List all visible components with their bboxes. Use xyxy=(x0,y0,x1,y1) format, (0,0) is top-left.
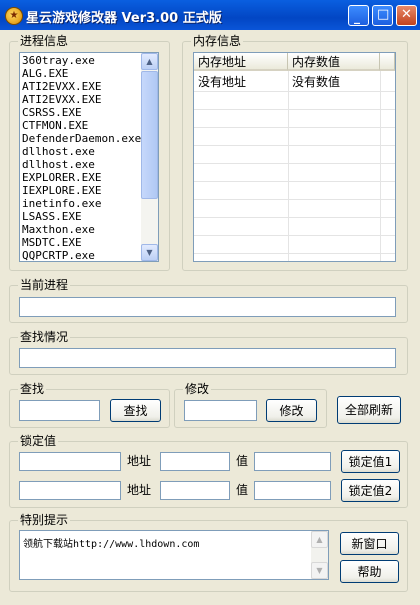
process-list-item[interactable]: dllhost.exe xyxy=(22,145,140,158)
process-list-item[interactable]: ALG.EXE xyxy=(22,67,140,80)
process-list-item[interactable]: dllhost.exe xyxy=(22,158,140,171)
lock-value-2-button[interactable]: 锁定值2 xyxy=(341,479,400,502)
lock2-address-input[interactable] xyxy=(160,481,230,500)
maximize-icon: □ xyxy=(377,7,390,22)
scroll-thumb[interactable] xyxy=(141,71,158,199)
close-icon: ✕ xyxy=(401,7,412,22)
grid-line xyxy=(380,71,381,261)
scroll-up-arrow-icon[interactable]: ▲ xyxy=(141,53,158,70)
lock2-value-label: 值 xyxy=(236,483,249,497)
current-process-legend: 当前进程 xyxy=(18,278,71,292)
close-button[interactable]: ✕ xyxy=(396,5,417,26)
minimize-icon: _ xyxy=(354,10,360,24)
app-icon: ★ xyxy=(5,7,23,25)
special-notes-text: 领航下载站http://www.lhdown.com xyxy=(23,539,200,550)
search-legend: 查找 xyxy=(18,382,47,396)
grid-line xyxy=(194,235,395,236)
grid-line xyxy=(194,91,395,92)
process-list-items: 360tray.exe ALG.EXE ATI2EVXX.EXE ATI2EVXX.E… xyxy=(22,54,141,261)
refresh-all-button[interactable]: 全部刷新 xyxy=(337,396,401,424)
grid-line xyxy=(194,127,395,128)
lock1-address-input[interactable] xyxy=(160,452,230,471)
search-status-legend: 查找情况 xyxy=(18,330,71,344)
grid-line xyxy=(194,253,395,254)
grid-line xyxy=(194,163,395,164)
grid-line xyxy=(194,181,395,182)
window-title: 星云游戏修改器 Ver3.00 正式版 xyxy=(26,11,222,26)
process-list[interactable]: 360tray.exe ALG.EXE ATI2EVXX.EXE ATI2EVXX.E… xyxy=(19,52,159,262)
column-header-filler xyxy=(380,53,395,71)
modify-value-input[interactable] xyxy=(184,400,257,421)
grid-line xyxy=(194,217,395,218)
process-list-item[interactable]: MSDTC.EXE xyxy=(22,236,140,249)
process-list-item[interactable]: CSRSS.EXE xyxy=(22,106,140,119)
process-list-scrollbar[interactable]: ▲ ▼ xyxy=(141,53,158,261)
process-list-item[interactable]: Maxthon.exe xyxy=(22,223,140,236)
help-button[interactable]: 帮助 xyxy=(340,560,399,583)
process-list-item[interactable]: EXPLORER.EXE xyxy=(22,171,140,184)
special-notes-textarea[interactable]: 领航下载站http://www.lhdown.com ▲ ▼ xyxy=(19,530,329,580)
lock-value-1-button[interactable]: 锁定值1 xyxy=(341,450,400,473)
scroll-down-arrow-icon[interactable]: ▼ xyxy=(311,562,328,579)
process-list-item[interactable]: ATI2EVXX.EXE xyxy=(22,93,140,106)
scroll-up-arrow-icon[interactable]: ▲ xyxy=(311,531,328,548)
memory-info-legend: 内存信息 xyxy=(191,34,244,48)
search-value-input[interactable] xyxy=(19,400,100,421)
process-list-item[interactable]: LSASS.EXE xyxy=(22,210,140,223)
notes-scrollbar[interactable]: ▲ ▼ xyxy=(311,531,328,579)
grid-line xyxy=(194,109,395,110)
column-header-address[interactable]: 内存地址 xyxy=(194,53,288,71)
table-cell-value[interactable]: 没有数值 xyxy=(288,73,380,91)
lock1-value-label: 值 xyxy=(236,454,249,468)
process-info-legend: 进程信息 xyxy=(18,34,71,48)
lock2-value-input[interactable] xyxy=(254,481,331,500)
process-list-item[interactable]: DefenderDaemon.exe xyxy=(22,132,141,145)
lock1-address-label: 地址 xyxy=(127,454,152,468)
search-status-field[interactable] xyxy=(19,348,396,368)
process-list-item[interactable]: ATI2EVXX.EXE xyxy=(22,80,140,93)
process-list-item[interactable]: 360tray.exe xyxy=(22,54,140,67)
lock2-address-label: 地址 xyxy=(127,483,152,497)
lock2-name-input[interactable] xyxy=(19,481,121,500)
title-bar[interactable]: ★ 星云游戏修改器 Ver3.00 正式版 _ □ ✕ xyxy=(0,0,420,30)
lock1-name-input[interactable] xyxy=(19,452,121,471)
process-list-item[interactable]: QQPCRTP.exe xyxy=(22,249,140,261)
lock1-value-input[interactable] xyxy=(254,452,331,471)
process-list-item[interactable]: inetinfo.exe xyxy=(22,197,140,210)
lock-values-legend: 锁定值 xyxy=(18,434,59,448)
column-header-value[interactable]: 内存数值 xyxy=(288,53,380,71)
modify-button[interactable]: 修改 xyxy=(266,399,317,422)
process-list-item[interactable]: IEXPLORE.EXE xyxy=(22,184,140,197)
minimize-button[interactable]: _ xyxy=(348,5,369,26)
new-window-button[interactable]: 新窗口 xyxy=(340,532,399,555)
grid-line xyxy=(194,145,395,146)
table-cell-address[interactable]: 没有地址 xyxy=(194,73,288,91)
process-list-item[interactable]: CTFMON.EXE xyxy=(22,119,140,132)
current-process-field[interactable] xyxy=(19,297,396,317)
special-notes-legend: 特别提示 xyxy=(18,513,71,527)
maximize-button[interactable]: □ xyxy=(372,5,393,26)
modify-legend: 修改 xyxy=(183,382,212,396)
grid-line xyxy=(288,71,289,261)
search-button[interactable]: 查找 xyxy=(110,399,161,422)
memory-table[interactable]: 内存地址 内存数值 没有地址 没有数值 xyxy=(193,52,396,262)
scroll-down-arrow-icon[interactable]: ▼ xyxy=(141,244,158,261)
grid-line xyxy=(194,199,395,200)
